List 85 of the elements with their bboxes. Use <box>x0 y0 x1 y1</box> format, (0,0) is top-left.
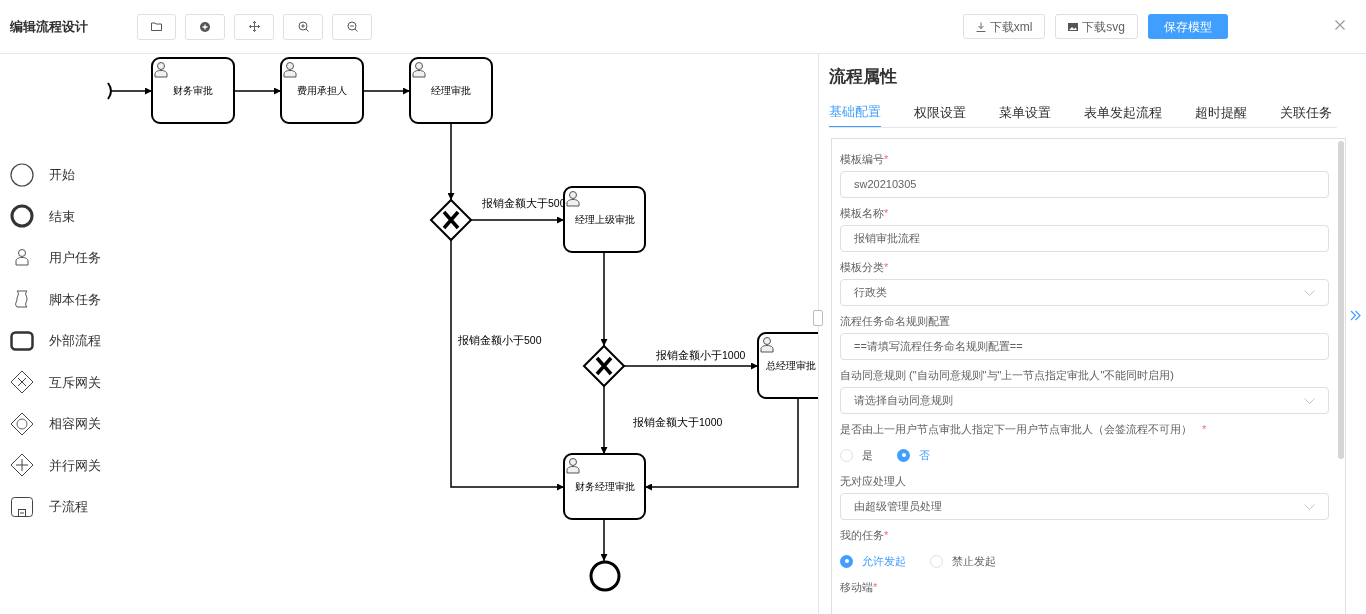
download-button[interactable]: 下载xml <box>962 14 1046 39</box>
task-label: 费用承担人 <box>297 85 347 96</box>
move-icon <box>248 21 260 32</box>
flow-arrow <box>233 87 282 95</box>
input-field[interactable]: sw20210305 <box>840 171 1329 198</box>
person-icon <box>760 337 774 353</box>
radio-option[interactable]: 禁止发起 <box>930 552 996 570</box>
field-label: 模板名称* <box>840 206 890 221</box>
person-icon <box>412 62 426 78</box>
flow-arrow <box>600 385 608 455</box>
rectangle-icon <box>10 494 34 519</box>
field-label: 我的任务* <box>840 528 890 543</box>
chevron-down-icon <box>1304 397 1315 404</box>
field-label: 模板分类* <box>840 260 890 275</box>
palette-item[interactable]: 开始 <box>10 154 101 196</box>
zoom-out-button[interactable] <box>332 13 372 40</box>
person-icon <box>566 191 580 207</box>
zoom-in-icon <box>297 21 309 32</box>
input-field[interactable]: 报销审批流程 <box>840 225 1329 252</box>
download-icon <box>975 21 986 32</box>
palette-item[interactable]: 互斥网关 <box>10 361 101 403</box>
rounded-rectangle-icon <box>10 328 34 353</box>
person-icon <box>566 458 580 474</box>
field-label: 无对应处理人 <box>840 474 907 489</box>
task-label: 总经理审批 <box>766 360 816 371</box>
zoom-in-button[interactable] <box>283 13 323 40</box>
tab[interactable]: 权限设置 <box>914 98 966 127</box>
exclusive-gateway <box>429 198 473 242</box>
tab[interactable]: 超时提醒 <box>1195 98 1247 127</box>
palette-item[interactable]: 脚本任务 <box>10 278 101 320</box>
palette-item[interactable]: 相容网关 <box>10 403 101 445</box>
export-button[interactable]: 下载svg <box>1055 14 1138 39</box>
folder-icon <box>151 22 162 31</box>
collapse-icon[interactable] <box>1350 310 1361 321</box>
flow-label: 报销金额小于1000 <box>656 349 746 361</box>
palette-item[interactable]: 结束 <box>10 195 101 237</box>
start-event-edge <box>107 82 112 100</box>
scrollbar[interactable] <box>1338 141 1344 459</box>
open-file-button[interactable] <box>137 13 176 40</box>
end-event <box>589 560 621 592</box>
person-icon <box>283 62 297 78</box>
task-label: 经理上级审批 <box>574 214 635 225</box>
page-title: 编辑流程设计 <box>9 17 89 36</box>
thick-circle-icon <box>10 204 34 229</box>
select-field[interactable]: 由超级管理员处理 <box>840 493 1329 520</box>
panel-title: 流程属性 <box>829 66 898 88</box>
diamond-cross-icon <box>10 370 34 395</box>
image-icon <box>1068 21 1079 32</box>
field-label: 是否由上一用户节点审批人指定下一用户节点审批人（会签流程不可用） * <box>840 422 1208 437</box>
flow-label: 报销金额大于1000 <box>633 416 723 428</box>
move-button[interactable] <box>234 13 274 40</box>
select-field[interactable]: 行政类 <box>840 279 1329 306</box>
diamond-plus-icon <box>10 453 34 478</box>
palette-item[interactable]: 子流程 <box>10 486 101 528</box>
tab[interactable]: 菜单设置 <box>999 98 1051 127</box>
flow-arrow <box>111 87 153 95</box>
radio-option[interactable]: 是 <box>840 446 873 464</box>
close-icon[interactable] <box>1335 20 1345 30</box>
palette-item[interactable]: 用户任务 <box>10 237 101 279</box>
zoom-out-icon <box>346 21 358 32</box>
exclusive-gateway <box>582 344 626 388</box>
field-label: 自动同意规则 ("自动同意规则"与"上一节点指定审批人"不能同时启用) <box>840 368 1175 383</box>
field-label: 流程任务命名规则配置 <box>840 314 951 329</box>
palette-item[interactable]: 并行网关 <box>10 444 101 486</box>
tab[interactable]: 表单发起流程 <box>1084 98 1162 127</box>
tab[interactable]: 关联任务 <box>1280 98 1332 127</box>
palette-item[interactable]: 外部流程 <box>10 320 101 362</box>
person-icon <box>154 62 168 78</box>
chevron-down-icon <box>1304 503 1315 510</box>
plus-circle-icon <box>200 21 210 32</box>
task-node <box>757 332 818 399</box>
task-label: 经理审批 <box>431 85 471 96</box>
resize-handle[interactable] <box>813 310 823 326</box>
chevron-down-icon <box>1304 289 1315 296</box>
flow-label: 报销金额小于500 <box>458 334 542 346</box>
add-button[interactable] <box>185 13 225 40</box>
flow-arrow <box>362 87 411 95</box>
circle-icon <box>10 162 34 187</box>
select-field[interactable]: 请选择自动同意规则 <box>840 387 1329 414</box>
field-label: 模板编号* <box>840 152 890 167</box>
task-label: 财务经理审批 <box>574 481 635 492</box>
field-label: 移动端* <box>840 580 879 595</box>
task-label: 财务审批 <box>173 85 213 96</box>
input-field[interactable]: ==请填写流程任务命名规则配置== <box>840 333 1329 360</box>
flow-arrow <box>600 517 608 562</box>
